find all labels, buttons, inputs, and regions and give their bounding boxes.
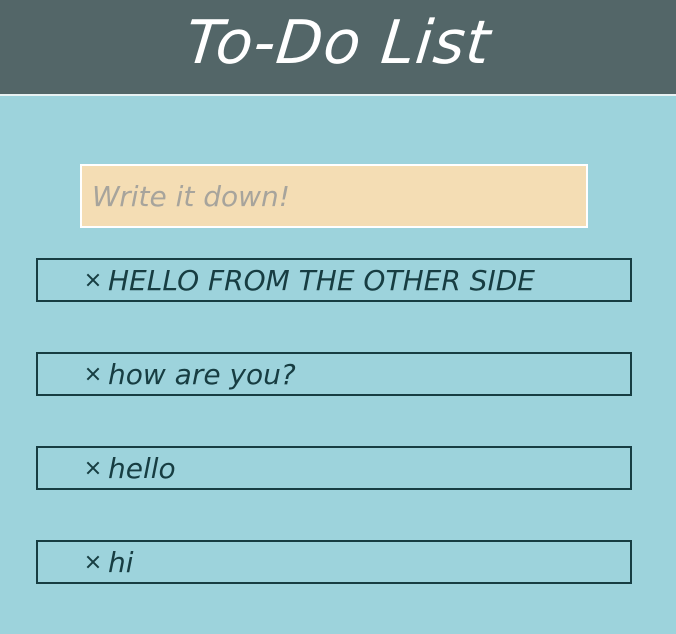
list-item[interactable]: hi (36, 540, 632, 584)
list-item-label: hello (108, 451, 176, 485)
close-icon[interactable] (86, 367, 100, 381)
close-icon[interactable] (86, 555, 100, 569)
todo-list: HELLO FROM THE OTHER SIDE how are you? h… (36, 258, 632, 634)
list-item-label: HELLO FROM THE OTHER SIDE (108, 263, 535, 297)
todo-input[interactable] (82, 166, 586, 226)
list-item-label: hi (108, 545, 134, 579)
todo-input-container (80, 164, 588, 228)
list-item[interactable]: HELLO FROM THE OTHER SIDE (36, 258, 632, 302)
list-item-label: how are you? (108, 357, 296, 391)
close-icon[interactable] (86, 273, 100, 287)
list-item[interactable]: how are you? (36, 352, 632, 396)
page-title: To-Do List (182, 8, 494, 78)
close-icon[interactable] (86, 461, 100, 475)
list-item[interactable]: hello (36, 446, 632, 490)
app-header: To-Do List (0, 0, 676, 96)
